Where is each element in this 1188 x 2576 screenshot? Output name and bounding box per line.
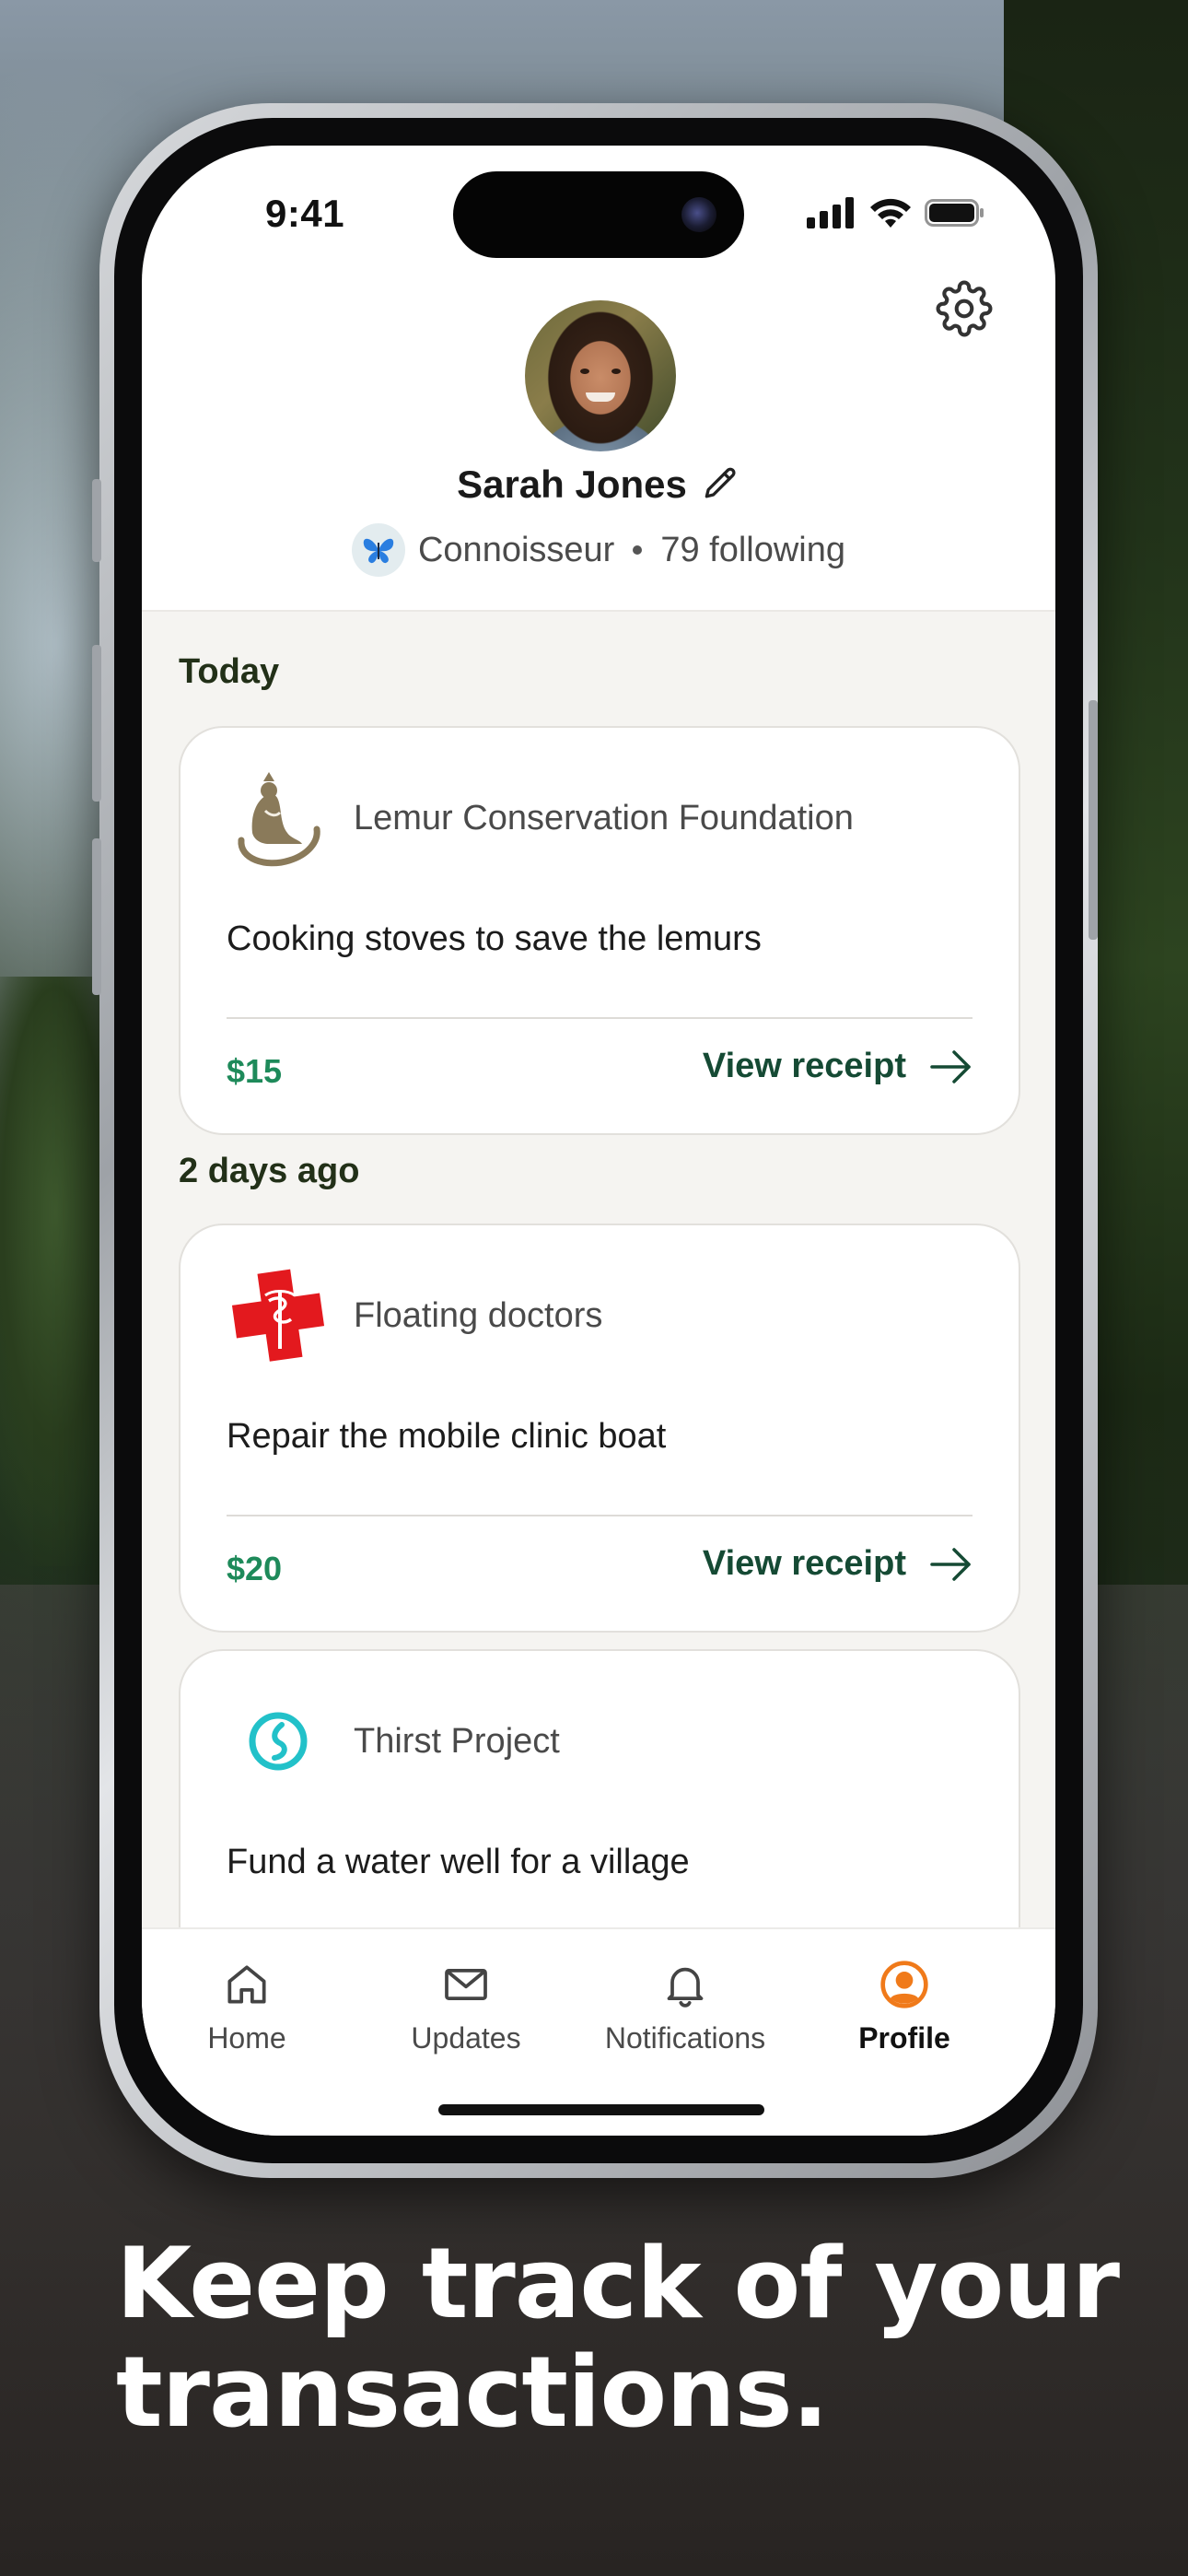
avatar-smile xyxy=(586,392,615,402)
avatar-eye-left xyxy=(580,369,589,374)
dynamic-island xyxy=(453,171,744,258)
card-org: Lemur Conservation Foundation xyxy=(228,768,854,868)
phone-volume-down xyxy=(92,838,101,995)
wifi-icon xyxy=(870,198,911,228)
transaction-card[interactable]: Lemur Conservation Foundation Cooking st… xyxy=(179,726,1020,1135)
avatar-eye-right xyxy=(611,369,621,374)
home-indicator[interactable] xyxy=(438,2104,764,2115)
tab-label: Profile xyxy=(858,2021,950,2055)
lemur-logo-icon xyxy=(228,768,328,868)
transactions-feed[interactable]: Today Lemur Conservation Foundation Cook… xyxy=(142,610,1055,1927)
section-label-2-days-ago: 2 days ago xyxy=(179,1152,360,1190)
tab-label: Notifications xyxy=(604,2021,766,2055)
settings-button[interactable] xyxy=(936,280,993,337)
card-title: Repair the mobile clinic boat xyxy=(227,1417,667,1456)
marketing-tagline: Keep track of your transactions. xyxy=(116,2230,1129,2447)
tagline-line-2: transactions. xyxy=(116,2336,829,2449)
view-receipt-link[interactable]: View receipt xyxy=(703,1544,973,1584)
donation-amount: $20 xyxy=(227,1550,283,1587)
red-cross-logo-icon xyxy=(228,1266,328,1365)
mail-icon xyxy=(445,1968,487,2001)
water-drop-logo-icon xyxy=(228,1692,328,1791)
org-name: Lemur Conservation Foundation xyxy=(354,798,854,837)
tab-updates[interactable]: Updates xyxy=(365,1959,567,2055)
status-icons xyxy=(807,197,985,228)
status-bar: 9:41 xyxy=(142,146,1055,293)
card-title: Cooking stoves to save the lemurs xyxy=(227,919,762,958)
separator-dot xyxy=(633,545,643,555)
card-org: Floating doctors xyxy=(228,1266,602,1365)
section-label-today: Today xyxy=(179,652,280,691)
status-time: 9:41 xyxy=(265,192,345,235)
profile-name: Sarah Jones xyxy=(457,463,687,506)
tab-bar: Home Updates Notifications Profile xyxy=(142,1927,1055,2136)
edit-pencil-icon[interactable] xyxy=(700,464,740,505)
view-receipt-label: View receipt xyxy=(702,1544,906,1583)
profile-meta-row: Connoisseur 79 following xyxy=(142,523,1055,577)
org-name: Thirst Project xyxy=(354,1721,560,1761)
profile-icon xyxy=(880,1961,928,2008)
connoisseur-badge xyxy=(351,523,405,577)
donation-amount: $15 xyxy=(227,1052,283,1090)
camera-icon xyxy=(681,197,716,232)
cellular-signal-icon xyxy=(807,197,854,228)
badge-label: Connoisseur xyxy=(417,530,615,569)
view-receipt-label: View receipt xyxy=(702,1047,906,1085)
gear-icon xyxy=(936,280,993,337)
tab-label: Home xyxy=(207,2021,286,2055)
battery-icon xyxy=(925,199,984,227)
tab-home[interactable]: Home xyxy=(146,1959,348,2055)
tab-label: Updates xyxy=(411,2021,521,2055)
app-screen: 9:41 Sarah Jones Connoisseur 79 followin… xyxy=(142,146,1055,2136)
home-icon xyxy=(227,1965,266,2004)
card-org: Thirst Project xyxy=(228,1692,560,1791)
card-title: Fund a water well for a village xyxy=(227,1843,690,1881)
tab-profile[interactable]: Profile xyxy=(803,1959,1006,2055)
phone-silent-switch xyxy=(92,479,101,562)
tab-notifications[interactable]: Notifications xyxy=(584,1959,786,2055)
tagline-line-1: Keep track of your xyxy=(116,2227,1120,2340)
card-divider xyxy=(227,1515,973,1516)
org-name: Floating doctors xyxy=(354,1295,603,1335)
avatar[interactable] xyxy=(525,300,676,451)
butterfly-icon xyxy=(363,538,394,564)
card-divider xyxy=(227,1017,973,1019)
arrow-right-icon xyxy=(930,1547,971,1581)
transaction-card[interactable]: Floating doctors Repair the mobile clini… xyxy=(179,1224,1020,1633)
bell-icon xyxy=(667,1967,704,2008)
profile-name-row: Sarah Jones xyxy=(142,463,1055,507)
phone-power-button xyxy=(1089,700,1098,940)
transaction-card[interactable]: Thirst Project Fund a water well for a v… xyxy=(179,1649,1020,1927)
arrow-right-icon xyxy=(930,1049,971,1083)
following-count[interactable]: 79 following xyxy=(660,531,845,570)
view-receipt-link[interactable]: View receipt xyxy=(703,1047,973,1086)
phone-volume-up xyxy=(92,645,101,802)
